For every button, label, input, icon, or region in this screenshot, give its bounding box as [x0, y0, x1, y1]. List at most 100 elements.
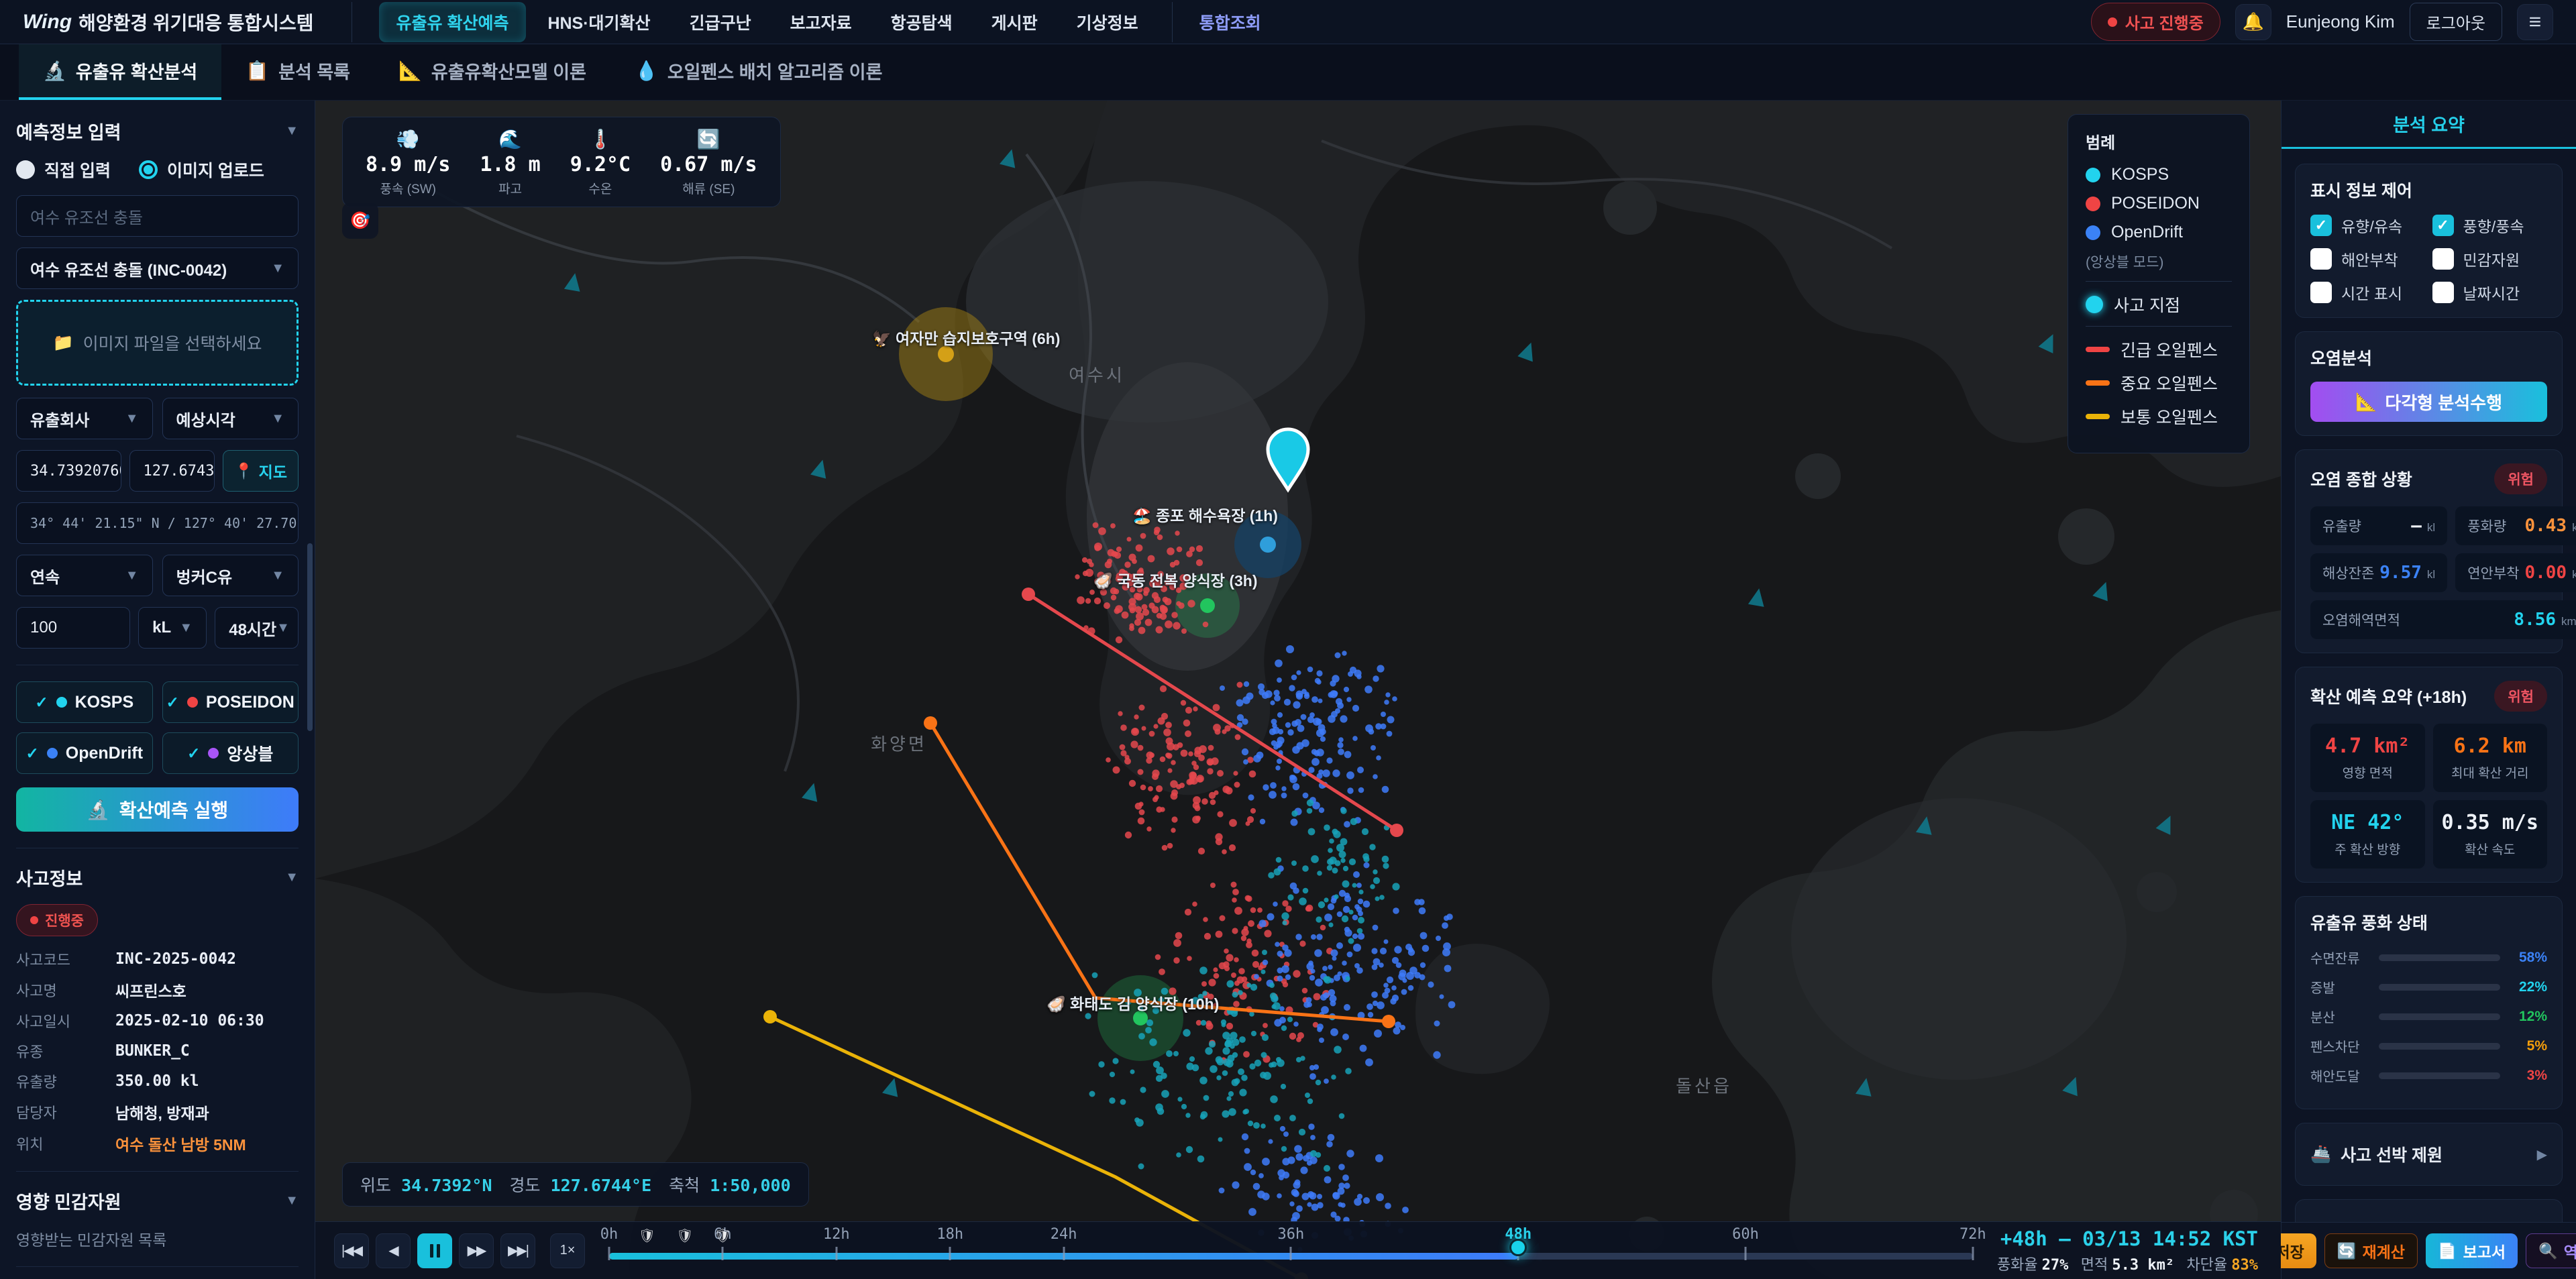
timeline-info: +48h — 03/13 14:52 KST 풍화율 27% 면적 5.3 km… [1997, 1227, 2262, 1274]
skip-end-button[interactable]: ▶▶| [500, 1233, 535, 1268]
duration-value: 48시간 [229, 616, 276, 640]
logout-button[interactable]: 로그아웃 [2410, 3, 2502, 41]
pick-on-map-button[interactable]: 📍 지도 [223, 450, 299, 492]
footer-button-label: 보고서 [2463, 1239, 2506, 1262]
skip-start-button[interactable]: |◀◀ [334, 1233, 369, 1268]
info-label: 사고일시 [16, 1010, 115, 1032]
target-tool-button[interactable]: 🎯 [342, 203, 378, 239]
stat-label: 유출량 [2322, 516, 2361, 536]
model-chip-group: ✓KOSPS✓POSEIDON✓OpenDrift✓앙상블 [16, 681, 299, 774]
radio-image-upload[interactable]: 이미지 업로드 [139, 158, 264, 182]
incident-info-row: 담당자남해청, 방재과 [16, 1101, 299, 1123]
bar-percent: 22% [2510, 979, 2547, 995]
tab-icon: 📐 [398, 60, 422, 82]
forecast-summary-title: 확산 예측 요약 (+18h) [2310, 684, 2467, 708]
unit-select[interactable]: kL ▼ [138, 607, 207, 649]
nav-item-기상정보[interactable]: 기상정보 [1059, 2, 1156, 42]
bar-label: 펜스차단 [2310, 1036, 2369, 1056]
tab-유출유 확산분석[interactable]: 🔬유출유 확산분석 [19, 44, 221, 100]
display-checkbox-민감자원[interactable]: 민감자원 [2432, 247, 2548, 270]
playback-speed-button[interactable]: 1× [550, 1233, 585, 1268]
incident-info-row: 위치여수 돌산 남방 5NM [16, 1132, 299, 1155]
longitude-input[interactable]: 127.6743599903 [129, 450, 215, 492]
map-canvas[interactable]: 💨8.9 m/s풍속 (SW)🌊1.8 m파고🌡️9.2°C수온🔄0.67 m/… [315, 101, 2281, 1279]
sensitive-section-title: 영향 민감자원 [16, 1188, 121, 1214]
model-chip-label: 앙상블 [227, 741, 273, 765]
incident-name-input[interactable]: 여수 유조선 충돌 [16, 195, 299, 237]
timeline-tick [1972, 1247, 1974, 1260]
nav-item-유출유 확산예측[interactable]: 유출유 확산예측 [379, 2, 527, 42]
weathering-bar-펜스차단: 펜스차단 5% [2310, 1036, 2547, 1056]
tab-분석 목록[interactable]: 📋분석 목록 [221, 44, 374, 100]
info-value: 남해청, 방재과 [115, 1101, 299, 1123]
tab-유출유확산모델 이론[interactable]: 📐유출유확산모델 이론 [374, 44, 610, 100]
model-chip-POSEIDON[interactable]: ✓POSEIDON [162, 681, 299, 723]
sensitive-section-header[interactable]: 영향 민감자원 ▼ [16, 1188, 299, 1214]
stat-value: — [2411, 516, 2422, 536]
polygon-analysis-button[interactable]: 📐 다각형 분석수행 [2310, 382, 2547, 422]
bar-percent: 58% [2510, 950, 2547, 966]
incident-select[interactable]: 여수 유조선 충돌 (INC-0042) ▼ [16, 247, 299, 289]
footer-button-재계산[interactable]: 🔄재계산 [2324, 1233, 2418, 1268]
model-chip-앙상블[interactable]: ✓앙상블 [162, 732, 299, 774]
image-dropzone[interactable]: 📁 이미지 파일을 선택하세요 [16, 300, 299, 386]
latitude-input[interactable]: 34.7392076023 [16, 450, 121, 492]
stat-unit: km² [2561, 615, 2576, 628]
nav-item-HNS·대기확산[interactable]: HNS·대기확산 [530, 2, 667, 42]
display-checkbox-해안부착[interactable]: 해안부착 [2310, 247, 2426, 270]
footer-button-역추적[interactable]: 🔍역추적 [2526, 1233, 2576, 1268]
oil-type-select[interactable]: 벙커C유 ▼ [162, 555, 299, 596]
fold-card-선주 / 보험[interactable]: 🏢 선주 / 보험 ▶ [2295, 1199, 2563, 1222]
duration-select[interactable]: 48시간 ▼ [215, 607, 299, 649]
sidebar-scrollbar[interactable] [307, 543, 313, 731]
map-coordinate-bar: 위도 34.7392°N 경도 127.6744°E 축척 1:50,000 [342, 1162, 809, 1207]
expected-time-select[interactable]: 예상시각 ▼ [162, 398, 299, 439]
tile-label: 영향 면적 [2343, 763, 2393, 781]
top-navbar: Wing 해양환경 위기대응 통합시스템 유출유 확산예측HNS·대기확산긴급구… [0, 0, 2576, 44]
bar-label: 수면잔류 [2310, 948, 2369, 967]
predict-section-header[interactable]: 예측정보 입력 ▼ [16, 118, 299, 144]
dms-value: 34° 44' 21.15" N / 127° 40' 27.70" E [30, 515, 299, 531]
amount-input[interactable]: 100 [16, 607, 130, 649]
notifications-button[interactable]: 🔔 [2235, 4, 2271, 40]
nav-item-통합조회[interactable]: 통합조회 [1172, 2, 1279, 42]
tab-오일펜스 배치 알고리즘 이론[interactable]: 💧오일펜스 배치 알고리즘 이론 [610, 44, 906, 100]
timeline-tick [1063, 1247, 1065, 1260]
tile-value: 6.2 km [2454, 734, 2526, 758]
display-checkbox-풍향/풍속[interactable]: 풍향/풍속 [2432, 214, 2548, 237]
display-checkbox-날짜시간[interactable]: 날짜시간 [2432, 281, 2548, 304]
nav-item-긴급구난[interactable]: 긴급구난 [672, 2, 769, 42]
company-select[interactable]: 유출회사 ▼ [16, 398, 153, 439]
timeline-slider[interactable]: 0h6h12h18h24h36h48h60h72h🛡🛡🛡 [609, 1222, 1973, 1279]
step-back-button[interactable]: ◀ [376, 1233, 411, 1268]
timeline-label-36h: 36h [1278, 1226, 1305, 1243]
weather-icon: 💨 [396, 128, 420, 150]
display-checkbox-유향/유속[interactable]: 유향/유속 [2310, 214, 2426, 237]
model-chip-OpenDrift[interactable]: ✓OpenDrift [16, 732, 153, 774]
nav-item-보고자료[interactable]: 보고자료 [773, 2, 869, 42]
fast-forward-button[interactable]: ▶▶ [459, 1233, 494, 1268]
nav-item-게시판[interactable]: 게시판 [974, 2, 1055, 42]
report-icon: 📄 [2438, 1242, 2457, 1260]
pause-button[interactable] [417, 1233, 452, 1268]
display-checkbox-시간 표시[interactable]: 시간 표시 [2310, 281, 2426, 304]
fold-card-사고 선박 제원[interactable]: 🚢 사고 선박 제원 ▶ [2295, 1123, 2563, 1186]
run-prediction-button[interactable]: 🔬 확산예측 실행 [16, 787, 299, 832]
timeline-tick [1290, 1247, 1292, 1260]
predict-section-title: 예측정보 입력 [16, 118, 121, 144]
model-chip-KOSPS[interactable]: ✓KOSPS [16, 681, 153, 723]
radio-direct-input[interactable]: 직접 입력 [16, 158, 111, 182]
incident-section-header[interactable]: 사고정보 ▼ [16, 865, 299, 891]
legend-ensemble-note: (앙상블 모드) [2086, 252, 2232, 272]
footer-button-보고서[interactable]: 📄 보고서 [2426, 1233, 2518, 1268]
map-basemap [315, 101, 2281, 1279]
spill-mode-select[interactable]: 연속 ▼ [16, 555, 153, 596]
check-icon: ✓ [166, 693, 179, 712]
checkbox-label: 시간 표시 [2341, 281, 2402, 304]
stat-value: 0.00 [2524, 563, 2567, 583]
nav-item-항공탐색[interactable]: 항공탐색 [873, 2, 970, 42]
menu-button[interactable]: ≡ [2517, 4, 2553, 40]
timeline-tick [835, 1247, 837, 1260]
divider [16, 1171, 299, 1172]
timeline-knob[interactable] [1509, 1239, 1527, 1256]
